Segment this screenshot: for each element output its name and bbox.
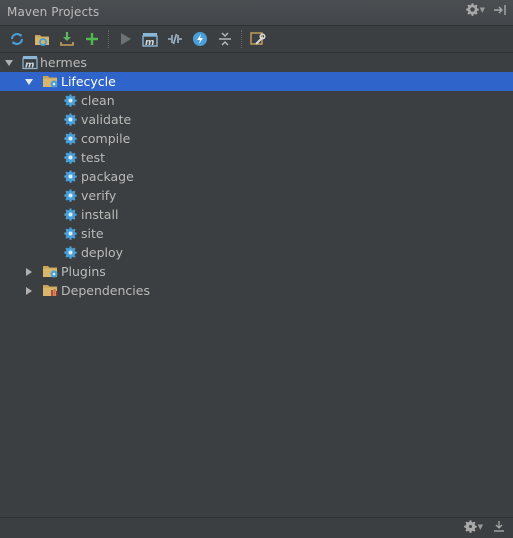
settings-menu-button[interactable]: ▼ <box>465 3 485 16</box>
toggle-offline-icon <box>168 33 182 45</box>
tree-node-goal[interactable]: site <box>0 224 513 243</box>
hide-down-icon <box>494 521 504 532</box>
gear-icon <box>64 132 77 145</box>
triangle-down-icon <box>25 78 33 85</box>
maven-projects-window: Maven Projects ▼ m m hermes Lifecycle cl… <box>0 0 513 538</box>
header-controls: ▼ <box>465 3 507 16</box>
bottom-controls: ▼ <box>463 520 505 533</box>
tree-node-goal[interactable]: deploy <box>0 243 513 262</box>
goal-label: site <box>81 226 104 241</box>
tool-window-header: Maven Projects ▼ <box>0 0 513 26</box>
skip-tests-icon <box>193 32 207 46</box>
triangle-right-icon <box>26 286 32 295</box>
svg-text:m: m <box>145 38 154 47</box>
bottom-bar: ▼ <box>0 517 513 538</box>
plugins-label: Plugins <box>61 264 106 279</box>
gear-icon <box>64 208 77 221</box>
generate-sources-icon <box>35 35 49 46</box>
goal-label: compile <box>81 131 131 146</box>
toolbar-separator <box>241 30 243 48</box>
collapse-all-icon <box>219 32 231 46</box>
maven-toolbar: m <box>0 26 513 53</box>
goal-label: validate <box>81 112 132 127</box>
gear-icon <box>64 94 77 107</box>
add-icon <box>86 33 98 45</box>
window-title: Maven Projects <box>7 5 100 19</box>
project-label: hermes <box>40 55 87 70</box>
run-build-button[interactable] <box>114 29 136 49</box>
maven-project-tree: m hermes Lifecycle clean validate compil… <box>0 53 513 517</box>
expand-toggle-expanded[interactable] <box>4 58 14 68</box>
tree-node-goal[interactable]: clean <box>0 91 513 110</box>
maven-project-icon: m <box>22 55 38 70</box>
run-icon <box>121 33 131 45</box>
gear-icon <box>64 189 77 202</box>
expand-toggle-expanded[interactable] <box>24 77 34 87</box>
goal-label: deploy <box>81 245 124 260</box>
tree-node-project[interactable]: m hermes <box>0 53 513 72</box>
goal-label: clean <box>81 93 115 108</box>
tree-node-goal[interactable]: verify <box>0 186 513 205</box>
bottom-settings-button[interactable]: ▼ <box>463 520 483 533</box>
tree-node-goal[interactable]: test <box>0 148 513 167</box>
lifecycle-folder-icon <box>42 74 59 89</box>
plugins-folder-icon <box>42 264 59 279</box>
gear-icon <box>64 151 77 164</box>
goal-label: test <box>81 150 106 165</box>
bottom-hide-button[interactable] <box>493 520 505 533</box>
toolbar-separator <box>108 30 110 48</box>
generate-sources-button[interactable] <box>31 29 53 49</box>
chevron-down-icon: ▼ <box>479 5 485 14</box>
download-sources-button[interactable] <box>56 29 78 49</box>
dependencies-folder-icon <box>42 283 59 298</box>
expand-toggle-collapsed[interactable] <box>24 286 34 296</box>
hide-panel-icon <box>494 4 506 15</box>
gear-icon <box>463 520 477 533</box>
gear-icon <box>64 113 77 126</box>
maven-settings-button[interactable] <box>247 29 269 49</box>
goal-label: install <box>81 207 119 222</box>
tree-node-plugins[interactable]: Plugins <box>0 262 513 281</box>
triangle-down-icon <box>5 59 13 66</box>
chevron-down-icon: ▼ <box>477 522 483 531</box>
expand-toggle-collapsed[interactable] <box>24 267 34 277</box>
tree-node-goal[interactable]: compile <box>0 129 513 148</box>
reimport-button[interactable] <box>6 29 28 49</box>
collapse-all-button[interactable] <box>214 29 236 49</box>
tree-node-goal[interactable]: validate <box>0 110 513 129</box>
skip-tests-button[interactable] <box>189 29 211 49</box>
dependencies-label: Dependencies <box>61 283 150 298</box>
add-projects-button[interactable] <box>81 29 103 49</box>
gear-icon <box>465 3 479 16</box>
lifecycle-label: Lifecycle <box>61 74 116 89</box>
download-icon <box>60 32 74 46</box>
settings-wrench-icon <box>250 32 266 45</box>
tree-node-goal[interactable]: package <box>0 167 513 186</box>
goal-label: package <box>81 169 134 184</box>
toggle-offline-button[interactable] <box>164 29 186 49</box>
hide-window-button[interactable] <box>493 4 507 16</box>
reimport-icon <box>11 33 23 45</box>
svg-text:m: m <box>25 61 34 71</box>
gear-icon <box>64 246 77 259</box>
execute-goal-icon: m <box>142 33 158 47</box>
triangle-right-icon <box>26 267 32 276</box>
tree-node-goal[interactable]: install <box>0 205 513 224</box>
execute-goal-button[interactable]: m <box>139 29 161 49</box>
gear-icon <box>64 227 77 240</box>
gear-icon <box>64 170 77 183</box>
tree-node-lifecycle[interactable]: Lifecycle <box>0 72 513 91</box>
goal-label: verify <box>81 188 117 203</box>
tree-node-dependencies[interactable]: Dependencies <box>0 281 513 300</box>
